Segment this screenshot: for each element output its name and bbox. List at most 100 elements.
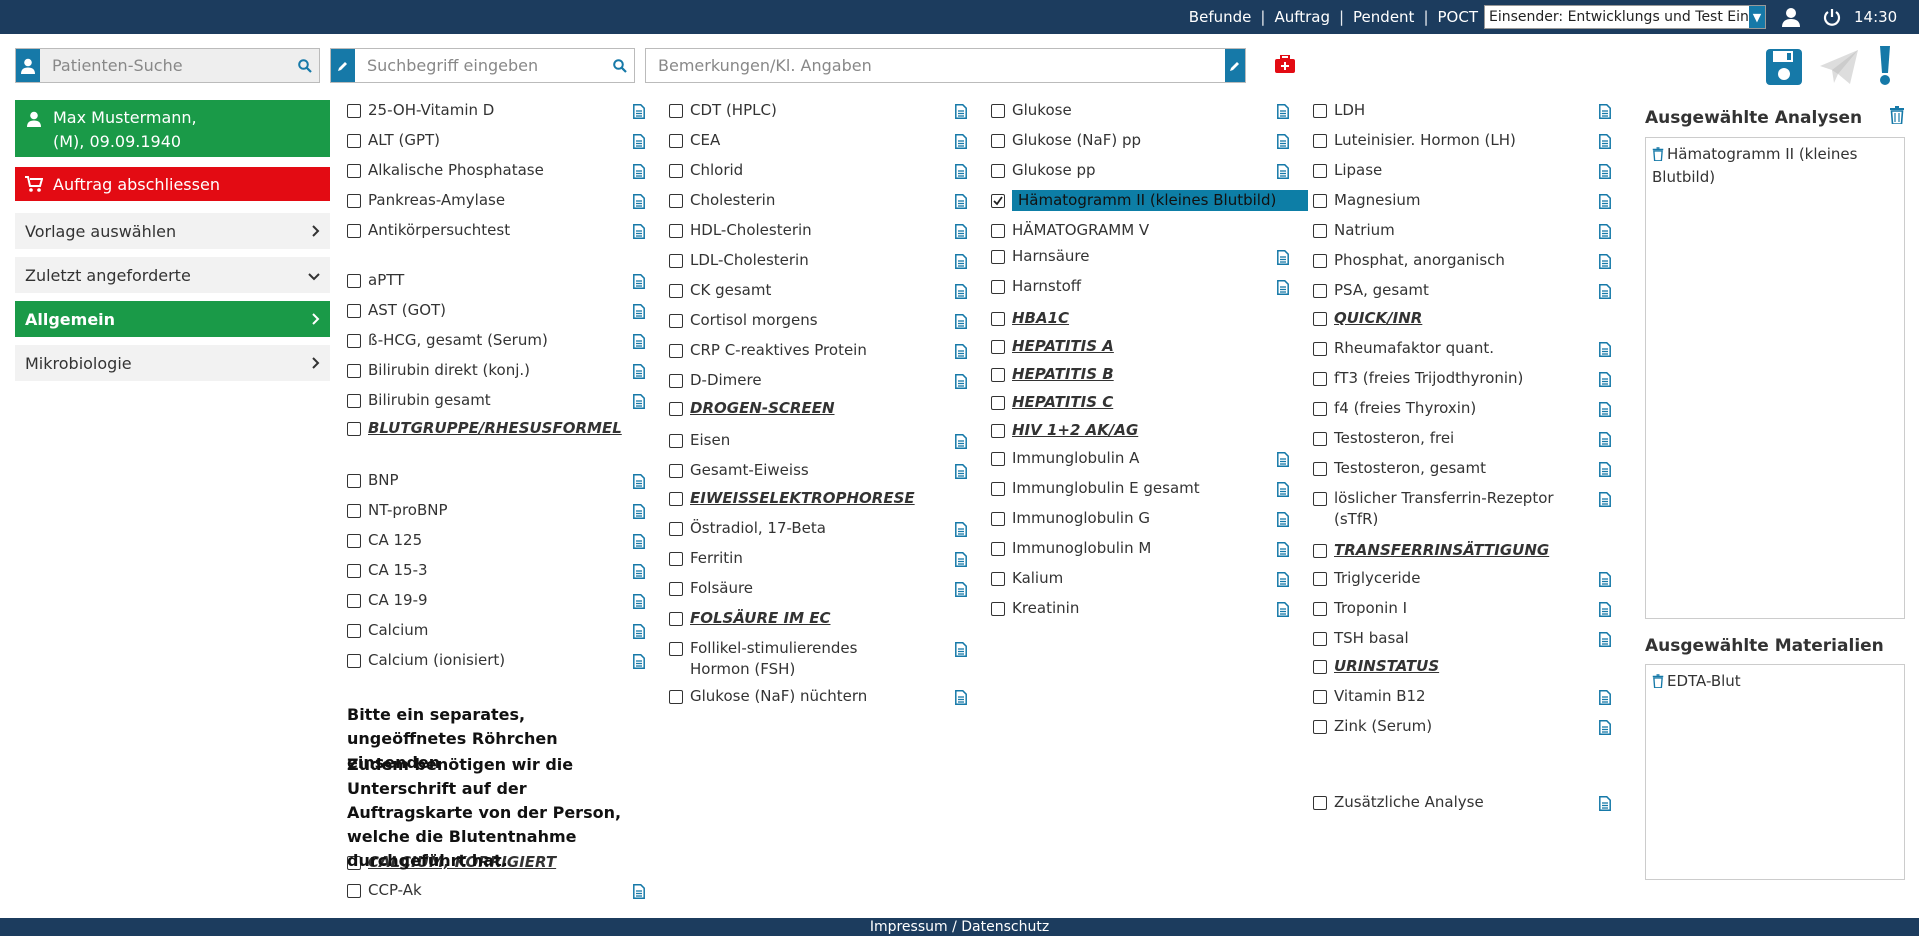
document-icon[interactable] <box>1599 432 1613 450</box>
document-icon[interactable] <box>1599 342 1613 360</box>
analysis-checkbox[interactable] <box>347 654 361 668</box>
analysis-label[interactable]: Bilirubin direkt (konj.) <box>368 360 530 381</box>
document-icon[interactable] <box>633 304 647 322</box>
analysis-group-label[interactable]: HEPATITIS B <box>1012 364 1114 385</box>
selected-analysis-item[interactable]: Hämatogramm II (kleines Blutbild) <box>1652 144 1898 188</box>
analysis-checkbox[interactable] <box>1313 572 1327 586</box>
menu-vorlage[interactable]: Vorlage auswählen <box>15 213 330 249</box>
analysis-row[interactable]: TSH basal <box>1313 628 1409 649</box>
analysis-row[interactable]: Magnesium <box>1313 190 1421 211</box>
analysis-row[interactable]: Alkalische Phosphatase <box>347 160 544 181</box>
analysis-checkbox[interactable] <box>669 314 683 328</box>
analysis-label[interactable]: löslicher Transferrin-Rezeptor (sTfR) <box>1334 488 1574 530</box>
analysis-checkbox[interactable] <box>669 612 683 626</box>
analysis-label[interactable]: LDH <box>1334 100 1365 121</box>
analysis-label[interactable]: Follikel-stimulierendes Hormon (FSH) <box>690 638 920 680</box>
analysis-label[interactable]: Bilirubin gesamt <box>368 390 491 411</box>
analysis-row[interactable]: Follikel-stimulierendes Hormon (FSH) <box>669 638 920 680</box>
analysis-checkbox[interactable] <box>1313 720 1327 734</box>
document-icon[interactable] <box>633 504 647 522</box>
analysis-checkbox[interactable] <box>991 250 1005 264</box>
analysis-checkbox[interactable] <box>669 104 683 118</box>
analysis-label[interactable]: Rheumafaktor quant. <box>1334 338 1494 359</box>
document-icon[interactable] <box>1599 492 1613 510</box>
analysis-row[interactable]: HBA1C <box>991 308 1069 329</box>
analysis-checkbox[interactable] <box>1313 194 1327 208</box>
analysis-checkbox[interactable] <box>669 690 683 704</box>
document-icon[interactable] <box>955 464 969 482</box>
analysis-label[interactable]: Ferritin <box>690 548 743 569</box>
analysis-checkbox[interactable] <box>991 572 1005 586</box>
document-icon[interactable] <box>1277 250 1291 268</box>
document-icon[interactable] <box>633 194 647 212</box>
document-icon[interactable] <box>1599 402 1613 420</box>
analysis-row[interactable]: QUICK/INR <box>1313 308 1422 329</box>
analysis-checkbox[interactable] <box>347 194 361 208</box>
analysis-label[interactable]: BNP <box>368 470 399 491</box>
analysis-label[interactable]: CA 15-3 <box>368 560 428 581</box>
analysis-row[interactable]: NT-proBNP <box>347 500 448 521</box>
analysis-group-label[interactable]: URINSTATUS <box>1334 656 1439 677</box>
analysis-checkbox[interactable] <box>669 134 683 148</box>
analysis-group-label[interactable]: TRANSFERRINSÄTTIGUNG <box>1334 540 1549 561</box>
user-icon[interactable] <box>1779 5 1803 29</box>
analysis-checkbox[interactable] <box>991 424 1005 438</box>
analysis-row[interactable]: Natrium <box>1313 220 1395 241</box>
analysis-checkbox[interactable] <box>347 594 361 608</box>
analysis-checkbox[interactable] <box>347 624 361 638</box>
document-icon[interactable] <box>955 690 969 708</box>
analysis-label[interactable]: Glukose pp <box>1012 160 1095 181</box>
document-icon[interactable] <box>955 104 969 122</box>
analysis-checkbox[interactable] <box>991 280 1005 294</box>
document-icon[interactable] <box>1599 164 1613 182</box>
document-icon[interactable] <box>1599 632 1613 650</box>
document-icon[interactable] <box>1599 104 1613 122</box>
analysis-label[interactable]: LDL-Cholesterin <box>690 250 809 271</box>
document-icon[interactable] <box>1599 462 1613 480</box>
analysis-row[interactable]: Immunglobulin E gesamt <box>991 478 1200 499</box>
analysis-label[interactable]: Natrium <box>1334 220 1395 241</box>
trash-icon[interactable] <box>1652 146 1664 167</box>
document-icon[interactable] <box>955 314 969 332</box>
analysis-row[interactable]: Harnsäure <box>991 246 1089 267</box>
analysis-row[interactable]: HIV 1+2 AK/AG <box>991 420 1138 441</box>
analysis-row[interactable]: Rheumafaktor quant. <box>1313 338 1494 359</box>
analysis-checkbox[interactable] <box>669 642 683 656</box>
analysis-row[interactable]: Immunglobulin A <box>991 448 1139 469</box>
analysis-checkbox[interactable] <box>669 224 683 238</box>
analysis-row[interactable]: CDT (HPLC) <box>669 100 777 121</box>
analysis-label[interactable]: Cholesterin <box>690 190 775 211</box>
analysis-label[interactable]: Zink (Serum) <box>1334 716 1432 737</box>
analysis-label[interactable]: Eisen <box>690 430 730 451</box>
analysis-row[interactable]: Antikörpersuchtest <box>347 220 510 241</box>
document-icon[interactable] <box>633 164 647 182</box>
analysis-row[interactable]: Vitamin B12 <box>1313 686 1426 707</box>
analysis-label[interactable]: Folsäure <box>690 578 753 599</box>
analysis-row[interactable]: Glukose <box>991 100 1072 121</box>
analysis-row[interactable]: ß-HCG, gesamt (Serum) <box>347 330 548 351</box>
analysis-label[interactable]: CCP-Ak <box>368 880 422 901</box>
analysis-row[interactable]: LDH <box>1313 100 1365 121</box>
patient-card[interactable]: Max Mustermann, (M), 09.09.1940 <box>15 100 330 157</box>
analysis-label[interactable]: Östradiol, 17-Beta <box>690 518 826 539</box>
analysis-row[interactable]: LDL-Cholesterin <box>669 250 809 271</box>
analysis-row[interactable]: CCP-Ak <box>347 880 422 901</box>
analysis-row[interactable]: Cortisol morgens <box>669 310 818 331</box>
analysis-label[interactable]: Kreatinin <box>1012 598 1079 619</box>
analysis-row[interactable]: AST (GOT) <box>347 300 446 321</box>
analysis-label[interactable]: Chlorid <box>690 160 743 181</box>
analysis-row[interactable]: Lipase <box>1313 160 1382 181</box>
analysis-checkbox[interactable] <box>347 422 361 436</box>
trash-icon[interactable] <box>1652 673 1664 694</box>
analysis-row[interactable]: Testosteron, gesamt <box>1313 458 1486 479</box>
document-icon[interactable] <box>1277 104 1291 122</box>
document-icon[interactable] <box>1599 720 1613 738</box>
document-icon[interactable] <box>955 134 969 152</box>
analysis-group-label[interactable]: DROGEN-SCREEN <box>690 398 835 419</box>
document-icon[interactable] <box>1277 572 1291 590</box>
analysis-label[interactable]: Immunglobulin A <box>1012 448 1139 469</box>
analysis-checkbox[interactable] <box>669 284 683 298</box>
analysis-label[interactable]: NT-proBNP <box>368 500 448 521</box>
analysis-checkbox[interactable] <box>1313 544 1327 558</box>
document-icon[interactable] <box>1277 280 1291 298</box>
